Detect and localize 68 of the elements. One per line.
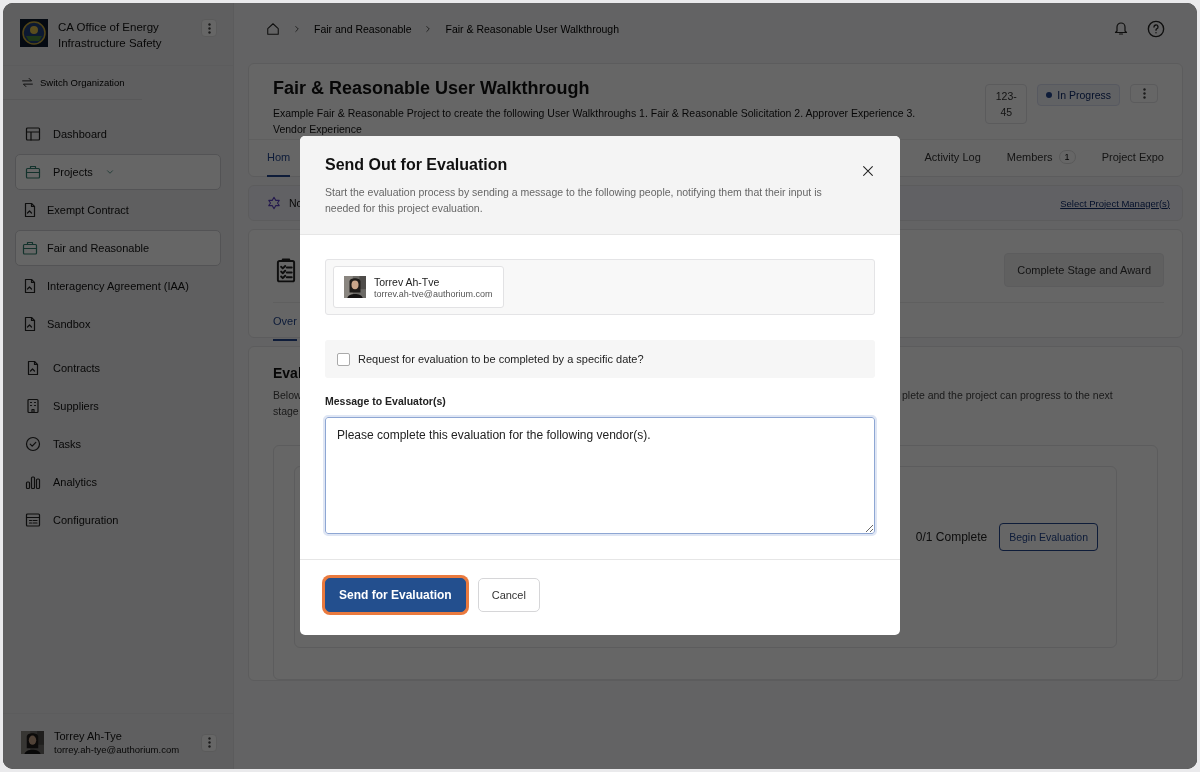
section-description: plete and the project can progress to the next [902,388,1114,403]
building-icon [25,398,41,414]
project-description: Example Fair & Reasonable Project to create the following User Walkthroughs 1. Fair & Reasonable Solicitation 2. Approver Experience 3. Vendor Experience [273,106,917,137]
dialog-description: Start the evaluation process by sending a message to the following people, notifying them that their input is needed for this project evaluation. [325,185,823,216]
section-description: stage [273,404,300,419]
home-icon [266,22,280,36]
help-icon [1147,20,1165,38]
field-label: Message to Evaluator(s) [325,395,447,407]
briefcase-icon [25,164,41,180]
caret-icon [104,167,115,177]
close-icon [861,164,875,178]
close-button[interactable] [861,164,875,178]
project-title: Fair & Reasonable User Walkthrough [273,78,591,99]
nav-item[interactable]: Configuration [15,502,221,538]
nav-item[interactable]: Suppliers [15,388,221,424]
switch-arrows-icon [21,76,34,89]
star-icon [267,196,281,210]
more-button[interactable] [201,733,217,752]
list-icon [25,512,41,528]
check-circle-icon [25,436,41,452]
more-icon [207,737,211,748]
nav-item[interactable]: Fair and Reasonable [15,230,221,266]
recipient-email: torrev.ah-tve@authorium.com [374,288,493,299]
nav-item[interactable]: Contracts [15,350,221,386]
chevron-icon [292,24,302,34]
switch-organization-link[interactable]: Switch Organization [3,66,143,100]
user-name: Torrey Ah-Tye [54,730,123,742]
checkbox[interactable] [337,352,350,366]
nav-item[interactable]: Exempt Contract [15,192,221,228]
more-icon [207,22,211,34]
project-id: 123-45 [985,84,1028,124]
organization-name: CA Office of Energy Infrastructure Safety [58,20,163,51]
checkbox-label: Request for evaluation to be completed by a specific date? [358,353,644,365]
nav-item[interactable]: Tasks [15,426,221,462]
status-badge: In Progress [1037,84,1120,106]
breadcrumb-link[interactable]: Fair and Reasonable [314,23,412,35]
document-icon [22,278,38,294]
recipient-name: Torrev Ah-Tve [374,275,441,288]
bell-icon [1113,20,1129,36]
document-icon [25,360,41,376]
tab[interactable]: Project Expo [1101,139,1164,177]
tab[interactable]: Members 1 [1006,139,1076,177]
dialog-title: Send Out for Evaluation [325,156,509,174]
nav-item[interactable]: Interagency Agreement (IAA) [15,268,221,304]
nav-item[interactable]: Dashboard [15,116,221,152]
more-button[interactable] [201,19,217,37]
tab[interactable]: Hom [267,139,291,177]
layout-icon [25,126,41,142]
progress-text: 0/1 Complete [915,530,988,544]
begin-evaluation-button[interactable]: Begin Evaluation [999,523,1098,551]
more-button[interactable] [1130,84,1158,103]
briefcase-icon [22,240,38,256]
breadcrumb-link[interactable]: Fair & Reasonable User Walkthrough [445,23,619,35]
nav-item[interactable]: Projects [15,154,221,190]
bar-chart-icon [25,474,41,490]
nav-item[interactable]: Analytics [15,464,221,500]
send-button[interactable]: Send for Evaluation [325,578,466,612]
cancel-button[interactable]: Cancel [477,578,540,612]
section-description: Below [273,388,302,403]
document-icon [22,202,38,218]
seal-logo [20,19,48,47]
select-manager-link[interactable]: Select Project Manager(s) [1060,197,1170,209]
document-icon [22,316,38,332]
nav-item[interactable]: Sandbox [15,306,221,342]
tab[interactable]: Activity Log [924,139,981,177]
more-icon [1142,88,1146,99]
message-field[interactable]: Please complete this evaluation for the following vendor(s). [325,417,875,534]
user-email: torrey.ah-tye@authorium.com [54,744,181,755]
